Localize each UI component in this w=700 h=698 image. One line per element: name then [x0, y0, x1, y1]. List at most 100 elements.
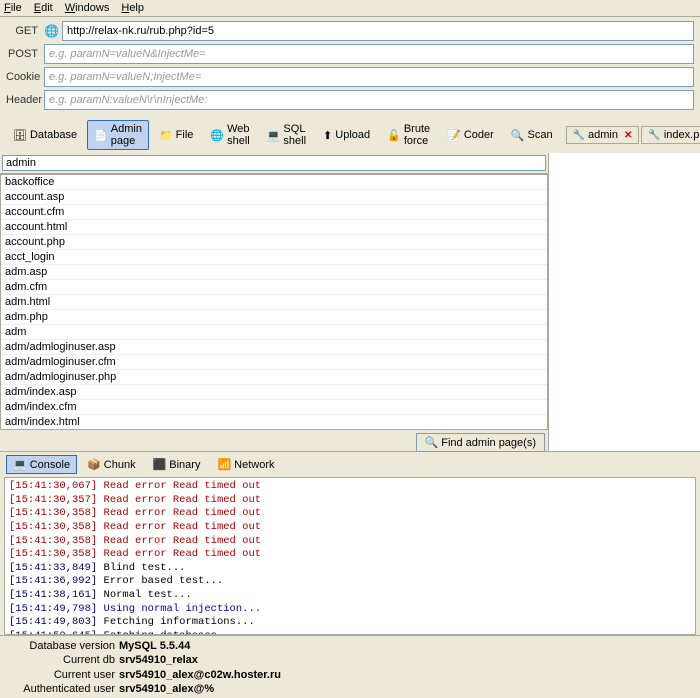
list-item[interactable]: adm/admloginuser.php: [1, 370, 547, 385]
log-line: [15:41:49,803] Fetching informations...: [9, 616, 691, 630]
post-label: POST: [6, 48, 44, 60]
tab-label: admin: [588, 129, 618, 141]
log-line: [15:41:38,161] Normal test...: [9, 589, 691, 603]
ltab-icon: ⬛: [153, 458, 167, 471]
list-item[interactable]: adm/index.asp: [1, 385, 547, 400]
list-item[interactable]: adm.asp: [1, 265, 547, 280]
ltab-icon: 📦: [87, 458, 101, 471]
tool-sql-shell[interactable]: 💻SQL shell: [260, 120, 313, 150]
tool-file-icon: 📁: [159, 129, 173, 142]
tool-web-shell-label: Web shell: [227, 123, 250, 147]
cookie-label: Cookie: [6, 71, 44, 83]
tool-brute-force[interactable]: 🔓Brute force: [380, 120, 437, 150]
menubar: File Edit Windows Help: [0, 0, 700, 17]
menu-windows[interactable]: Windows: [65, 2, 110, 14]
status-bar: Database versionMySQL 5.5.44 Current dbs…: [0, 635, 700, 698]
console-output[interactable]: [15:41:30,067] Read error Read timed out…: [4, 477, 696, 635]
lower-tab-chunk[interactable]: 📦Chunk: [80, 455, 143, 474]
log-line: [15:41:30,358] Read error Read timed out: [9, 548, 691, 562]
menu-edit[interactable]: Edit: [34, 2, 53, 14]
currentdb-value: srv54910_relax: [119, 654, 198, 666]
tool-scan-icon: 🔍: [511, 129, 525, 142]
tool-scan[interactable]: 🔍Scan: [504, 120, 560, 150]
close-icon[interactable]: ✕: [624, 130, 632, 141]
right-tab-admin[interactable]: 🔧admin ✕: [566, 126, 640, 144]
log-line: [15:41:36,992] Error based test...: [9, 575, 691, 589]
list-item[interactable]: adm/admloginuser.asp: [1, 340, 547, 355]
right-tabs: 🔧admin✕🔧index.php✕: [566, 126, 700, 144]
list-item[interactable]: adm.php: [1, 310, 547, 325]
search-icon: 🔍: [425, 436, 439, 449]
menu-file[interactable]: File: [4, 2, 22, 14]
ltab-label: Binary: [169, 459, 200, 471]
header-label: Header: [6, 94, 44, 106]
tab-label: index.php: [664, 129, 700, 141]
find-admin-pages-button[interactable]: 🔍 Find admin page(s): [416, 433, 545, 452]
ltab-label: Network: [234, 459, 274, 471]
list-item[interactable]: adm/index.html: [1, 415, 547, 430]
tool-scan-label: Scan: [528, 129, 553, 141]
list-item[interactable]: adm.cfm: [1, 280, 547, 295]
tool-coder-label: Coder: [464, 129, 494, 141]
log-line: [15:41:30,358] Read error Read timed out: [9, 507, 691, 521]
list-item[interactable]: backoffice: [1, 175, 547, 190]
list-item[interactable]: account.html: [1, 220, 547, 235]
admin-search-input[interactable]: [2, 155, 546, 171]
tool-brute-force-icon: 🔓: [387, 129, 401, 142]
authuser-value: srv54910_alex@%: [119, 683, 214, 695]
tool-sql-shell-icon: 💻: [267, 129, 281, 142]
get-label: GET: [6, 25, 44, 37]
get-input[interactable]: [62, 21, 694, 41]
tool-admin-page-icon: 📄: [94, 129, 108, 142]
tool-coder[interactable]: 📝Coder: [440, 120, 501, 150]
list-item[interactable]: adm/admloginuser.cfm: [1, 355, 547, 370]
tool-web-shell[interactable]: 🌐Web shell: [203, 120, 256, 150]
list-item[interactable]: adm.html: [1, 295, 547, 310]
post-input[interactable]: [44, 44, 694, 64]
lower-tab-console[interactable]: 💻Console: [6, 455, 77, 474]
tool-sql-shell-label: SQL shell: [283, 123, 306, 147]
list-item[interactable]: adm/index.cfm: [1, 400, 547, 415]
tool-database-label: Database: [30, 129, 77, 141]
tool-web-shell-icon: 🌐: [210, 129, 224, 142]
main-split: backofficeaccount.aspaccount.cfmaccount.…: [0, 153, 700, 451]
find-button-label: Find admin page(s): [441, 437, 536, 449]
list-item[interactable]: account.asp: [1, 190, 547, 205]
log-line: [15:41:30,357] Read error Read timed out: [9, 494, 691, 508]
tool-file-label: File: [176, 129, 194, 141]
admin-pages-list[interactable]: backofficeaccount.aspaccount.cfmaccount.…: [0, 174, 548, 430]
tab-icon: 🔧: [573, 130, 585, 141]
tool-upload-icon: ⬆: [323, 129, 332, 142]
currentuser-label: Current user: [4, 668, 119, 682]
tab-icon: 🔧: [648, 130, 660, 141]
lower-tab-network[interactable]: 📶Network: [210, 455, 281, 474]
lower-tab-binary[interactable]: ⬛Binary: [146, 455, 208, 474]
tool-upload[interactable]: ⬆Upload: [316, 120, 377, 150]
list-item[interactable]: account.cfm: [1, 205, 547, 220]
cookie-input[interactable]: [44, 67, 694, 87]
currentdb-label: Current db: [4, 653, 119, 667]
tool-file[interactable]: 📁File: [152, 120, 200, 150]
list-item[interactable]: acct_login: [1, 250, 547, 265]
header-input[interactable]: [44, 90, 694, 110]
tool-database[interactable]: 🗄Database: [6, 120, 84, 150]
request-panel: GET 🌐 POST Cookie Header: [0, 17, 700, 117]
authuser-label: Authenticated user: [4, 682, 119, 696]
menu-help[interactable]: Help: [121, 2, 144, 14]
log-line: [15:41:30,067] Read error Read timed out: [9, 480, 691, 494]
tool-admin-page[interactable]: 📄Admin page: [87, 120, 149, 150]
dbversion-label: Database version: [4, 639, 119, 653]
globe-icon: 🌐: [44, 24, 59, 38]
tool-upload-label: Upload: [335, 129, 370, 141]
log-line: [15:41:49,798] Using normal injection...: [9, 603, 691, 617]
log-line: [15:41:33,849] Blind test...: [9, 562, 691, 576]
tool-database-icon: 🗄: [13, 129, 27, 142]
ltab-label: Chunk: [104, 459, 136, 471]
list-item[interactable]: account.php: [1, 235, 547, 250]
tool-admin-page-label: Admin page: [111, 123, 142, 147]
ltab-label: Console: [30, 459, 70, 471]
tool-brute-force-label: Brute force: [404, 123, 430, 147]
log-line: [15:41:30,358] Read error Read timed out: [9, 535, 691, 549]
right-tab-indexphp[interactable]: 🔧index.php✕: [641, 126, 700, 144]
list-item[interactable]: adm: [1, 325, 547, 340]
